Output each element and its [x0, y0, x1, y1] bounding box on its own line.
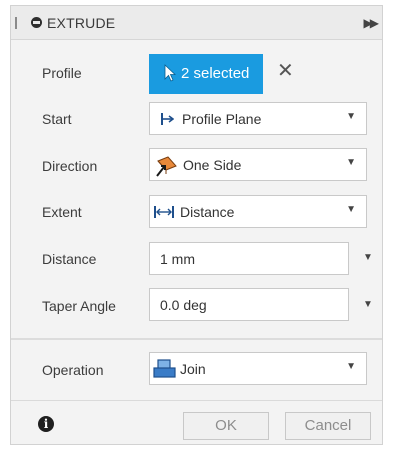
start-label: Start [42, 111, 72, 127]
cursor-arrow-icon [164, 64, 177, 82]
profile-selection-text: 2 selected [181, 65, 250, 82]
taper-angle-input[interactable]: 0.0 deg [149, 288, 349, 321]
extent-dropdown[interactable]: Distance ▼ [149, 195, 367, 228]
direction-value: One Side [183, 157, 242, 173]
profile-selection-button[interactable]: 2 selected [149, 54, 263, 94]
info-icon[interactable]: i [38, 416, 54, 432]
operation-label: Operation [42, 362, 104, 378]
dialog-title: EXTRUDE [47, 15, 116, 31]
join-icon [153, 359, 176, 378]
section-divider [11, 338, 382, 340]
operation-value: Join [180, 361, 206, 377]
taper-angle-value: 0.0 deg [160, 297, 207, 313]
one-side-direction-icon [156, 156, 177, 177]
direction-label: Direction [42, 158, 98, 174]
extrude-dialog: EXTRUDE ▶▶ Profile 2 selected ✕ Start Pr… [10, 5, 383, 445]
footer-divider [11, 400, 382, 401]
cancel-button[interactable]: Cancel [285, 412, 371, 440]
extent-label: Extent [42, 204, 82, 220]
chevron-down-icon: ▼ [346, 157, 356, 168]
collapse-icon[interactable] [31, 17, 42, 28]
profile-plane-icon [161, 113, 174, 125]
distance-chevron-down-icon[interactable]: ▼ [363, 252, 373, 263]
ok-button[interactable]: OK [183, 412, 269, 440]
chevron-down-icon: ▼ [346, 204, 356, 215]
dialog-titlebar[interactable]: EXTRUDE ▶▶ [11, 6, 382, 40]
distance-input[interactable]: 1 mm [149, 242, 349, 275]
distance-value: 1 mm [160, 251, 195, 267]
profile-label: Profile [42, 65, 82, 81]
taper-angle-chevron-down-icon[interactable]: ▼ [363, 299, 373, 310]
taper-angle-label: Taper Angle [42, 298, 116, 314]
distance-label: Distance [42, 251, 97, 267]
start-value: Profile Plane [182, 111, 262, 127]
extent-value: Distance [180, 204, 235, 220]
start-dropdown[interactable]: Profile Plane ▼ [149, 102, 367, 135]
double-chevron-right-icon[interactable]: ▶▶ [364, 16, 380, 30]
operation-dropdown[interactable]: Join ▼ [149, 352, 367, 385]
chevron-down-icon: ▼ [346, 361, 356, 372]
distance-icon [154, 206, 174, 218]
chevron-down-icon: ▼ [346, 111, 356, 122]
direction-dropdown[interactable]: One Side ▼ [149, 148, 367, 181]
clear-selection-icon[interactable]: ✕ [277, 61, 294, 81]
drag-handle-icon[interactable] [15, 17, 17, 29]
